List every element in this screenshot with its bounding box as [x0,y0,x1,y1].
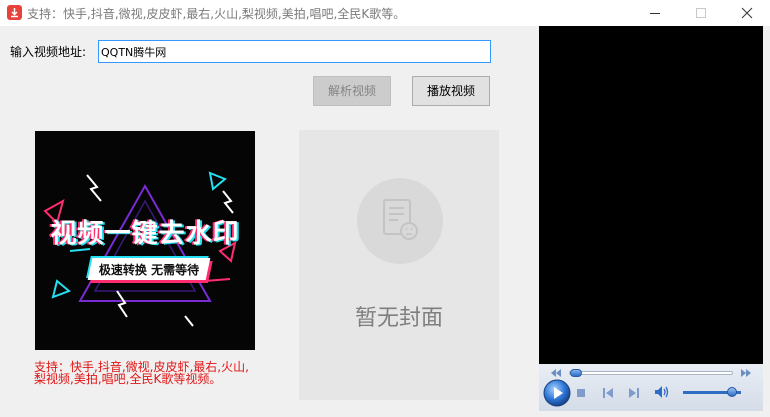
seek-thumb[interactable] [570,369,582,377]
close-icon [741,7,753,19]
player-control-bar [539,364,763,411]
video-display[interactable] [539,26,763,364]
minimize-icon [650,13,660,14]
url-label: 输入视频地址: [10,45,87,59]
stop-icon[interactable] [576,388,586,398]
poster-headline: 视频一键去水印 [50,219,240,249]
fast-forward-icon[interactable] [740,368,752,378]
previous-icon[interactable] [602,387,614,399]
maximize-button[interactable] [678,0,724,26]
title-bar: 支持：快手,抖音,微视,皮皮虾,最右,火山,梨视频,美拍,唱吧,全民K歌等。 [0,0,770,26]
rewind-icon[interactable] [550,368,562,378]
volume-thumb[interactable] [727,387,737,397]
support-note: 支持：快手,抖音,微视,皮皮虾,最右,火山,梨视频,美拍,唱吧,全民K歌等视频。 [34,360,249,386]
volume-icon[interactable] [654,385,670,399]
video-url-input[interactable] [98,40,491,63]
play-button[interactable] [543,379,571,407]
next-icon[interactable] [628,387,640,399]
seek-bar[interactable] [569,369,733,377]
document-sad-icon [383,199,418,240]
no-cover-text: 暂无封面 [354,306,443,331]
maximize-icon [696,8,706,18]
cover-icon-circle [357,178,443,264]
poster-subline: 极速转换 无需等待 [98,263,200,277]
close-button[interactable] [724,0,770,26]
minimize-button[interactable] [632,0,678,26]
volume-slider[interactable] [683,387,741,397]
promo-poster: 视频一键去水印 极速转换 无需等待 [35,131,255,350]
cover-placeholder: 暂无封面 [299,130,499,400]
media-player[interactable] [539,26,763,411]
window-title: 支持：快手,抖音,微视,皮皮虾,最右,火山,梨视频,美拍,唱吧,全民K歌等。 [27,7,406,21]
play-video-button[interactable]: 播放视频 [412,76,490,106]
download-app-icon [7,5,22,20]
play-icon [543,379,571,407]
parse-video-button[interactable]: 解析视频 [313,76,391,106]
